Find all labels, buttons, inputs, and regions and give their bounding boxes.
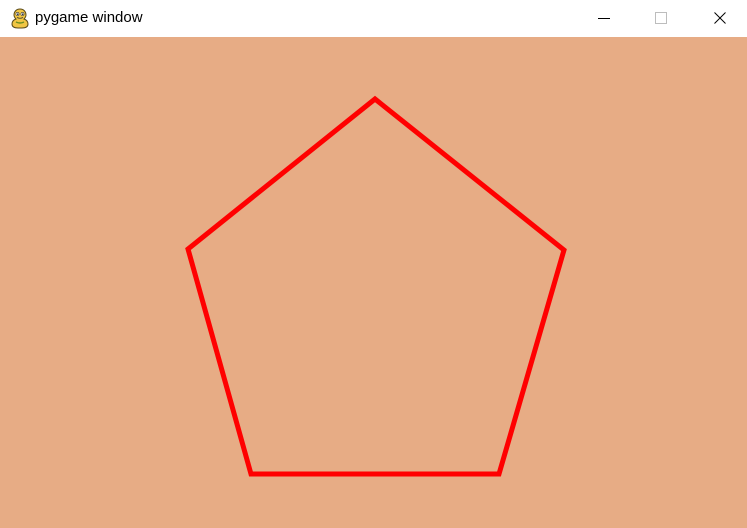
canvas-surface — [0, 37, 747, 528]
pygame-window: pygame window — [0, 0, 747, 528]
minimize-icon[interactable] — [581, 0, 627, 36]
window-title: pygame window — [35, 9, 143, 26]
close-icon[interactable] — [697, 0, 743, 36]
maximize-icon[interactable] — [638, 0, 684, 36]
game-canvas[interactable] — [0, 37, 747, 528]
title-bar[interactable]: pygame window — [0, 0, 747, 37]
canvas-background — [0, 37, 747, 528]
pygame-snake-icon — [10, 7, 30, 29]
